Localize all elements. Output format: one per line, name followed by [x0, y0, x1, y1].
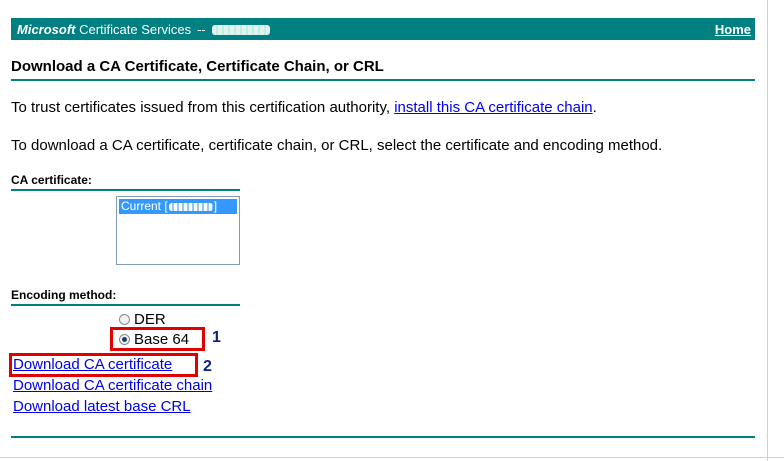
- brand-microsoft: Microsoft: [17, 21, 76, 37]
- home-link[interactable]: Home: [715, 22, 751, 37]
- encoding-option-der[interactable]: DER: [119, 311, 166, 328]
- footer-divider: [11, 436, 755, 438]
- ca-certificate-label: CA certificate:: [11, 173, 240, 191]
- redacted-ca-name: [211, 24, 270, 35]
- install-ca-chain-link[interactable]: install this CA certificate chain: [394, 99, 592, 116]
- trust-text: To trust certificates issued from this c…: [11, 99, 395, 116]
- option-prefix: Current [: [121, 199, 168, 213]
- header-banner: Microsoft Certificate Services -- Home: [11, 18, 755, 40]
- ca-certificate-option-current[interactable]: Current []: [119, 199, 237, 214]
- annotation-number-1: 1: [212, 329, 221, 346]
- highlight-box-download: [9, 353, 198, 377]
- trust-period: .: [592, 99, 597, 116]
- encoding-method-label: Encoding method:: [11, 288, 240, 306]
- highlight-box-base64: [110, 327, 205, 351]
- download-latest-crl-link[interactable]: Download latest base CRL: [13, 398, 191, 415]
- redacted-ca-name: [168, 202, 213, 211]
- brand-service-name: Certificate Services: [75, 21, 192, 37]
- ca-certificate-listbox[interactable]: Current []: [116, 196, 240, 265]
- trust-paragraph: To trust certificates issued from this c…: [11, 99, 597, 116]
- download-ca-chain-link[interactable]: Download CA certificate chain: [13, 377, 212, 394]
- page-title: Download a CA Certificate, Certificate C…: [11, 58, 755, 81]
- der-label: DER: [134, 311, 166, 328]
- annotation-number-2: 2: [203, 358, 212, 375]
- banner-separator: --: [197, 21, 206, 37]
- download-instructions: To download a CA certificate, certificat…: [11, 137, 663, 154]
- window-frame-right: [767, 0, 784, 461]
- der-radio[interactable]: [119, 314, 130, 325]
- window-frame-bottom: [0, 457, 784, 461]
- option-suffix: ]: [213, 199, 218, 213]
- brand-title: Microsoft Certificate Services: [17, 22, 191, 37]
